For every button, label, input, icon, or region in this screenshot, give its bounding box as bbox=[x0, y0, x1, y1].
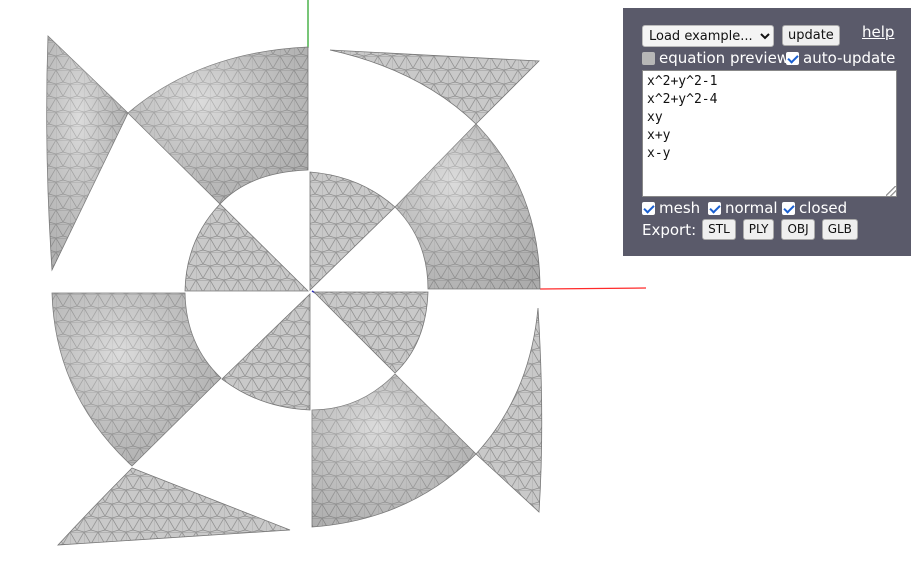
normal-option[interactable]: normal bbox=[708, 199, 778, 217]
mesh-label: mesh bbox=[659, 199, 701, 217]
surface-patch-br-triangle bbox=[475, 307, 543, 513]
equation-preview-option[interactable]: equation preview bbox=[642, 49, 789, 67]
auto-update-label: auto-update bbox=[803, 49, 896, 67]
normal-label: normal bbox=[725, 199, 778, 217]
export-glb-button[interactable]: GLB bbox=[821, 219, 858, 240]
equation-preview-label: equation preview bbox=[659, 49, 790, 67]
equations-textarea[interactable] bbox=[642, 70, 897, 197]
surface-patch-bl-sliver bbox=[57, 467, 291, 546]
export-stl-button[interactable]: STL bbox=[702, 219, 736, 240]
closed-label: closed bbox=[799, 199, 848, 217]
export-ply-button[interactable]: PLY bbox=[742, 219, 775, 240]
export-label: Export: bbox=[642, 220, 697, 239]
resize-grip-icon[interactable] bbox=[886, 186, 896, 196]
auto-update-checkbox[interactable] bbox=[786, 51, 799, 65]
surface-patch-inner-br bbox=[313, 291, 429, 374]
auto-update-option[interactable]: auto-update bbox=[786, 49, 895, 67]
surface-patch-inner-bl bbox=[221, 293, 311, 411]
mesh-checkbox[interactable] bbox=[642, 201, 655, 215]
export-row: Export: STL PLY OBJ GLB bbox=[642, 219, 865, 240]
closed-option[interactable]: closed bbox=[782, 199, 847, 217]
closed-checkbox[interactable] bbox=[782, 201, 795, 215]
surface-patch-inner-tl bbox=[184, 203, 309, 292]
control-panel: Load example... update help equation pre… bbox=[623, 8, 911, 256]
equation-preview-checkbox[interactable] bbox=[642, 51, 655, 65]
x-axis-line bbox=[539, 287, 647, 290]
example-select[interactable]: Load example... bbox=[642, 25, 774, 47]
export-obj-button[interactable]: OBJ bbox=[781, 219, 815, 240]
surface-patch-inner-tr bbox=[309, 171, 396, 291]
normal-checkbox[interactable] bbox=[708, 201, 721, 215]
help-link[interactable]: help bbox=[862, 23, 894, 41]
update-button[interactable]: update bbox=[782, 25, 840, 46]
mesh-option[interactable]: mesh bbox=[642, 199, 700, 217]
surface-patch-tr-sliver bbox=[329, 49, 540, 125]
